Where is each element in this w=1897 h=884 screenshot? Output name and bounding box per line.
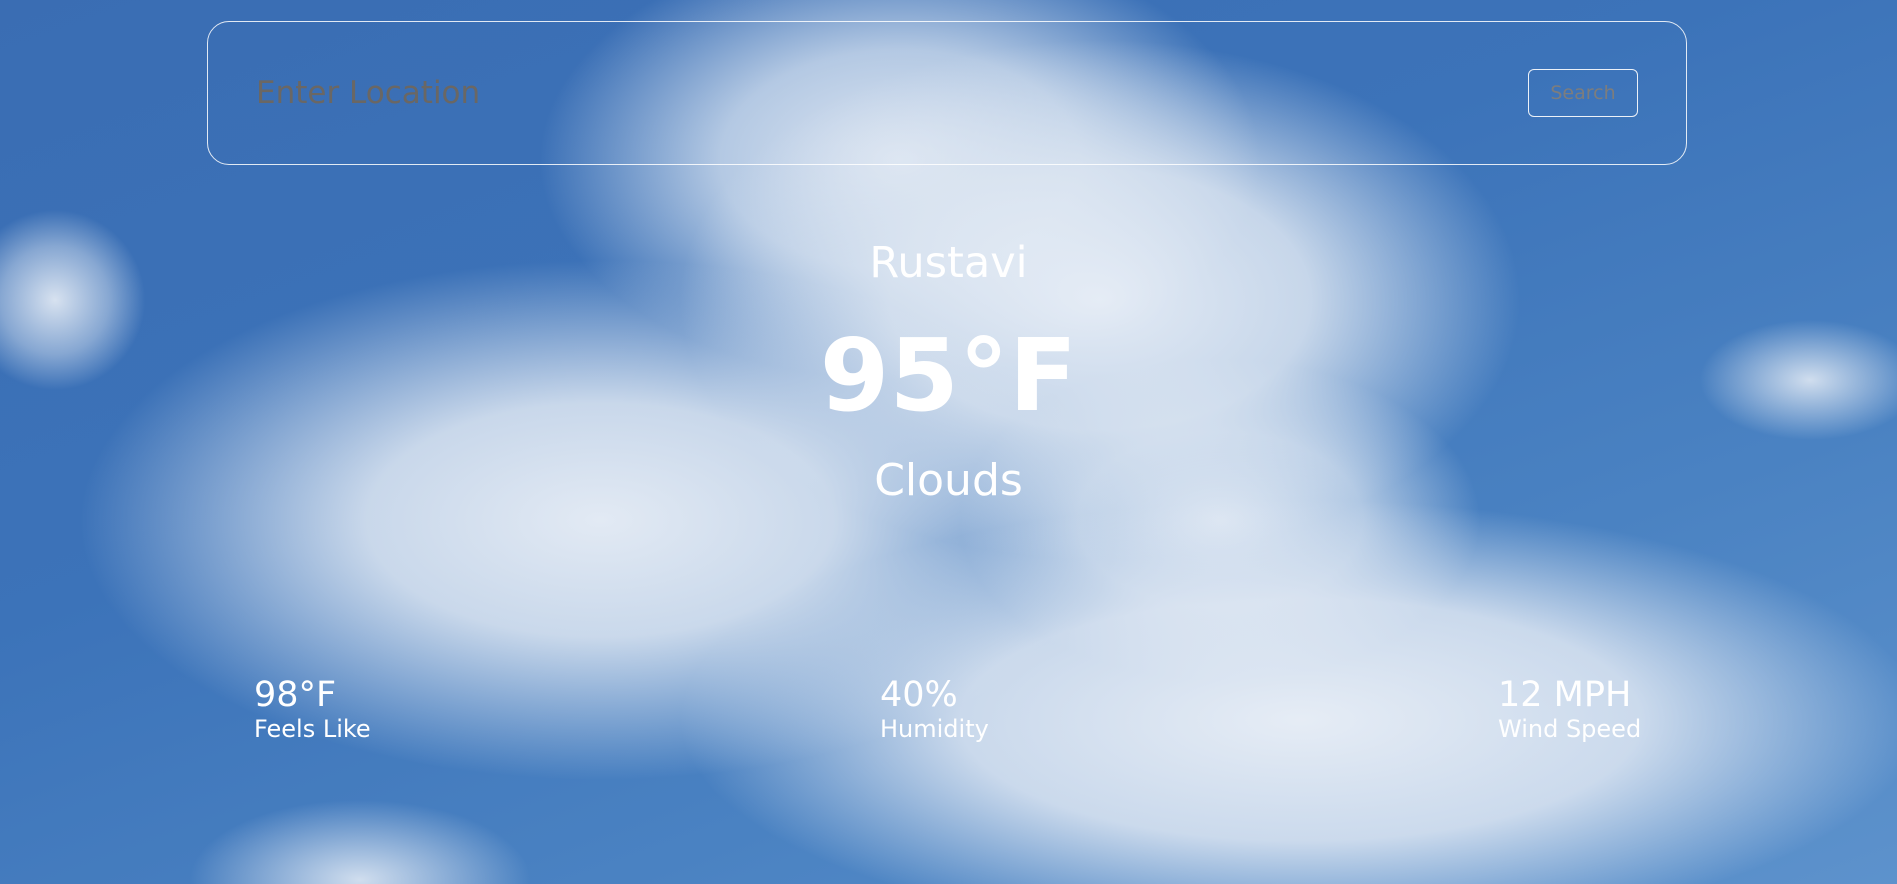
humidity-value: 40% <box>880 675 958 715</box>
feels-like-label: Feels Like <box>254 714 371 743</box>
location-input[interactable] <box>256 75 1156 111</box>
city-name: Rustavi <box>869 238 1028 288</box>
wind-speed-value: 12 MPH <box>1498 675 1632 715</box>
search-bar: Search <box>207 21 1687 165</box>
wind-speed-stat: 12 MPH Wind Speed <box>1498 676 1641 743</box>
search-button[interactable]: Search <box>1528 69 1638 117</box>
feels-like-value: 98°F <box>254 675 337 715</box>
current-temperature: 95°F <box>819 317 1078 434</box>
humidity-label: Humidity <box>880 714 989 743</box>
wind-speed-label: Wind Speed <box>1498 714 1642 743</box>
humidity-stat: 40% Humidity <box>880 676 989 743</box>
weather-condition: Clouds <box>874 455 1023 506</box>
feels-like-stat: 98°F Feels Like <box>254 676 371 743</box>
